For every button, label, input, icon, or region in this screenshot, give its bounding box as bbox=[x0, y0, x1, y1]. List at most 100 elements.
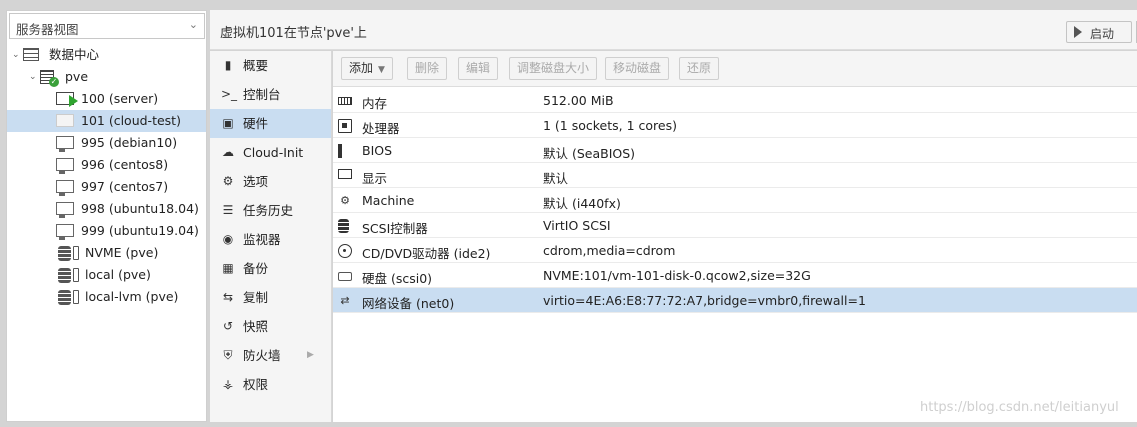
tree-item-template[interactable]: 998 (ubuntu18.04) bbox=[7, 198, 206, 220]
chevron-down-icon: ▼ bbox=[378, 65, 385, 75]
tree-item-datacenter[interactable]: ⌄ 数据中心 bbox=[7, 44, 206, 66]
vm-nav-menu: ▮ 概要 >_ 控制台 ▣ 硬件 ☁ Cloud-Init ⚙ 选项 ☰ 任务历… bbox=[210, 51, 332, 422]
view-selector[interactable]: 服务器视图 ⌄ bbox=[9, 13, 205, 39]
disk-icon bbox=[73, 290, 79, 304]
template-icon bbox=[56, 158, 74, 174]
expand-arrow-icon[interactable]: ▶ bbox=[307, 341, 314, 370]
tree-item-vm-selected[interactable]: 101 (cloud-test) bbox=[7, 110, 206, 132]
collapse-arrow-icon[interactable]: ⌄ bbox=[29, 66, 37, 88]
nav-item-label: 监视器 bbox=[243, 232, 281, 247]
tree-item-label: 101 (cloud-test) bbox=[81, 113, 181, 128]
hardware-name: 处理器 bbox=[362, 121, 400, 136]
nav-item-snapshots[interactable]: ↺ 快照 bbox=[210, 312, 331, 341]
tree-item-node[interactable]: ⌄ ✓ pve bbox=[7, 66, 206, 88]
table-row[interactable]: ⚙ Machine 默认 (i440fx) bbox=[333, 188, 1137, 213]
template-icon bbox=[56, 136, 74, 152]
nav-item-backup[interactable]: ▦ 备份 bbox=[210, 254, 331, 283]
tree-item-label: 997 (centos7) bbox=[81, 179, 169, 194]
hardware-name: CD/DVD驱动器 (ide2) bbox=[362, 246, 491, 261]
nav-item-label: 备份 bbox=[243, 261, 269, 276]
tree-item-template[interactable]: 995 (debian10) bbox=[7, 132, 206, 154]
nav-item-firewall[interactable]: ⛨ 防火墙 ▶ bbox=[210, 341, 331, 370]
list-icon: ☰ bbox=[222, 203, 234, 217]
template-icon bbox=[56, 202, 74, 218]
table-row-selected[interactable]: ⇄ 网络设备 (net0) virtio=4E:A6:E8:77:72:A7,b… bbox=[333, 288, 1137, 313]
history-icon: ↺ bbox=[222, 319, 234, 333]
tree-item-template[interactable]: 997 (centos7) bbox=[7, 176, 206, 198]
table-row[interactable]: BIOS 默认 (SeaBIOS) bbox=[333, 138, 1137, 163]
nav-item-replication[interactable]: ⇆ 复制 bbox=[210, 283, 331, 312]
tree-item-vm[interactable]: 100 (server) bbox=[7, 88, 206, 110]
hdd-icon bbox=[338, 272, 352, 281]
start-button[interactable]: 启动 bbox=[1066, 21, 1132, 43]
table-row[interactable]: 处理器 1 (1 sockets, 1 cores) bbox=[333, 113, 1137, 138]
hardware-value: 默认 (SeaBIOS) bbox=[543, 146, 636, 161]
hardware-value: VirtIO SCSI bbox=[543, 218, 611, 233]
terminal-icon: >_ bbox=[221, 87, 238, 101]
nav-item-task-history[interactable]: ☰ 任务历史 bbox=[210, 196, 331, 225]
template-icon bbox=[56, 180, 74, 196]
tree-item-storage[interactable]: local-lvm (pve) bbox=[7, 286, 206, 308]
nav-item-label: 快照 bbox=[243, 319, 269, 334]
floppy-icon: ▦ bbox=[222, 261, 234, 275]
hardware-value: virtio=4E:A6:E8:77:72:A7,bridge=vmbr0,fi… bbox=[543, 293, 866, 308]
eye-icon: ◉ bbox=[222, 232, 234, 246]
nav-item-label: 硬件 bbox=[243, 116, 269, 131]
desktop-icon: ▣ bbox=[222, 116, 234, 130]
tree-item-storage[interactable]: local (pve) bbox=[7, 264, 206, 286]
hardware-name: BIOS bbox=[362, 143, 393, 158]
hardware-toolbar: 添加 ▼ 删除 编辑 调整磁盘大小 移动磁盘 还原 bbox=[333, 51, 1137, 87]
hardware-table: 内存 512.00 MiB 处理器 1 (1 sockets, 1 cores)… bbox=[333, 88, 1137, 313]
nav-item-monitor[interactable]: ◉ 监视器 bbox=[210, 225, 331, 254]
nav-item-label: 防火墙 bbox=[243, 348, 281, 363]
nav-item-permissions[interactable]: ⚶ 权限 bbox=[210, 370, 331, 399]
tree-item-label: 995 (debian10) bbox=[81, 135, 178, 150]
tree-item-template[interactable]: 999 (ubuntu19.04) bbox=[7, 220, 206, 242]
nav-item-label: 概要 bbox=[243, 58, 269, 73]
nav-item-label: 任务历史 bbox=[243, 203, 294, 218]
nav-item-options[interactable]: ⚙ 选项 bbox=[210, 167, 331, 196]
nav-item-hardware[interactable]: ▣ 硬件 bbox=[210, 109, 331, 138]
revert-button[interactable]: 还原 bbox=[679, 57, 720, 80]
nav-item-label: Cloud-Init bbox=[243, 145, 304, 160]
nav-item-cloud-init[interactable]: ☁ Cloud-Init bbox=[210, 138, 331, 167]
cdrom-icon bbox=[338, 244, 352, 258]
hardware-value: cdrom,media=cdrom bbox=[543, 243, 676, 258]
node-online-icon: ✓ bbox=[40, 70, 59, 87]
cpu-icon bbox=[338, 119, 352, 133]
database-icon bbox=[338, 219, 349, 233]
hardware-name: 内存 bbox=[362, 96, 388, 111]
vm-running-icon bbox=[56, 92, 78, 107]
tree-item-template[interactable]: 996 (centos8) bbox=[7, 154, 206, 176]
resource-tree-panel: 服务器视图 ⌄ ⌄ 数据中心 ⌄ ✓ pve 100 (server) 101 … bbox=[6, 10, 207, 422]
tree-item-label: 数据中心 bbox=[49, 47, 100, 62]
storage-icon bbox=[58, 246, 71, 261]
book-icon: ▮ bbox=[224, 58, 232, 72]
move-disk-button[interactable]: 移动磁盘 bbox=[605, 57, 670, 80]
tree-item-label: 999 (ubuntu19.04) bbox=[81, 223, 199, 238]
table-row[interactable]: 显示 默认 bbox=[333, 163, 1137, 188]
nav-item-summary[interactable]: ▮ 概要 bbox=[210, 51, 331, 80]
hardware-name: SCSI控制器 bbox=[362, 221, 428, 236]
resize-disk-button[interactable]: 调整磁盘大小 bbox=[509, 57, 598, 80]
remove-button[interactable]: 删除 bbox=[407, 57, 448, 80]
nav-item-label: 选项 bbox=[243, 174, 269, 189]
add-button[interactable]: 添加 ▼ bbox=[341, 57, 393, 80]
play-icon bbox=[1074, 26, 1082, 38]
edit-button[interactable]: 编辑 bbox=[458, 57, 499, 80]
table-row[interactable]: 内存 512.00 MiB bbox=[333, 88, 1137, 113]
tree-item-label: pve bbox=[65, 69, 89, 84]
memory-icon bbox=[338, 97, 352, 105]
table-row[interactable]: SCSI控制器 VirtIO SCSI bbox=[333, 213, 1137, 238]
tree-item-label: NVME (pve) bbox=[85, 245, 159, 260]
nav-item-console[interactable]: >_ 控制台 bbox=[210, 80, 331, 109]
table-row[interactable]: 硬盘 (scsi0) NVME:101/vm-101-disk-0.qcow2,… bbox=[333, 263, 1137, 288]
watermark-text: https://blog.csdn.net/leitianyul bbox=[920, 400, 1119, 415]
retweet-icon: ⇆ bbox=[222, 290, 234, 304]
hardware-name: 网络设备 (net0) bbox=[362, 296, 455, 311]
collapse-arrow-icon[interactable]: ⌄ bbox=[12, 44, 20, 66]
exchange-icon: ⇄ bbox=[340, 294, 350, 307]
hardware-value: 默认 bbox=[543, 171, 569, 186]
tree-item-storage[interactable]: NVME (pve) bbox=[7, 242, 206, 264]
table-row[interactable]: CD/DVD驱动器 (ide2) cdrom,media=cdrom bbox=[333, 238, 1137, 263]
